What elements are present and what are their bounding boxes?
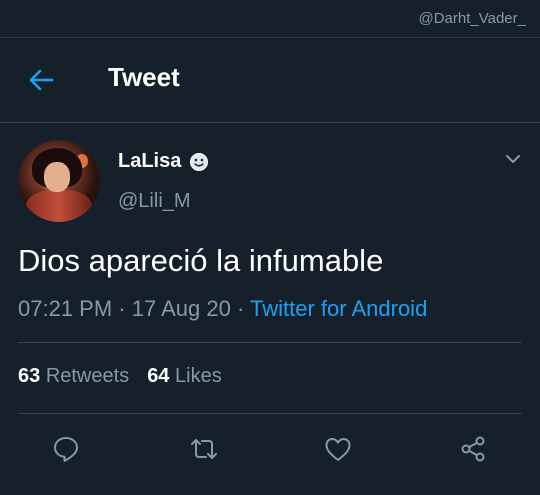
retweets-stat[interactable]: 63 Retweets bbox=[18, 365, 129, 387]
heart-icon bbox=[325, 438, 351, 461]
tweet-source-link[interactable]: Twitter for Android bbox=[250, 296, 427, 321]
meta-separator: · bbox=[112, 296, 132, 321]
back-button[interactable] bbox=[24, 66, 58, 94]
page-title: Tweet bbox=[108, 62, 180, 92]
retweet-icon bbox=[191, 439, 217, 459]
header-divider bbox=[0, 122, 540, 123]
tweet-stats: 63 Retweets 64 Likes bbox=[18, 365, 222, 388]
likes-stat[interactable]: 64 Likes bbox=[147, 365, 222, 387]
smiley-emoji-icon bbox=[190, 152, 209, 171]
reply-button[interactable] bbox=[49, 432, 83, 466]
retweet-button[interactable] bbox=[187, 432, 221, 466]
retweets-label: Retweets bbox=[45, 365, 130, 387]
tweet-meta: 07:21 PM · 17 Aug 20 · Twitter for Andro… bbox=[18, 296, 427, 322]
reply-icon bbox=[54, 437, 78, 462]
share-button[interactable] bbox=[456, 432, 490, 466]
tweet-text: Dios apareció la infumable bbox=[18, 243, 384, 278]
divider bbox=[18, 413, 522, 414]
divider bbox=[18, 342, 522, 343]
retweets-count: 63 bbox=[18, 365, 41, 387]
chevron-down-icon[interactable] bbox=[504, 150, 522, 168]
likes-count: 64 bbox=[147, 365, 170, 387]
meta-separator: · bbox=[230, 296, 250, 321]
watermark: @Darht_Vader_ bbox=[418, 10, 526, 27]
author-name-row[interactable]: LaLisa bbox=[118, 150, 209, 173]
avatar[interactable] bbox=[18, 140, 100, 222]
header-bar: Tweet bbox=[0, 38, 540, 122]
like-button[interactable] bbox=[321, 432, 355, 466]
likes-label: Likes bbox=[175, 365, 222, 387]
author-display-name: LaLisa bbox=[118, 150, 182, 172]
share-icon bbox=[461, 436, 485, 462]
author-handle[interactable]: @Lili_M bbox=[118, 190, 191, 213]
tweet-time: 07:21 PM bbox=[18, 296, 113, 321]
arrow-left-icon bbox=[29, 69, 54, 91]
tweet-date: 17 Aug 20 bbox=[131, 296, 231, 321]
